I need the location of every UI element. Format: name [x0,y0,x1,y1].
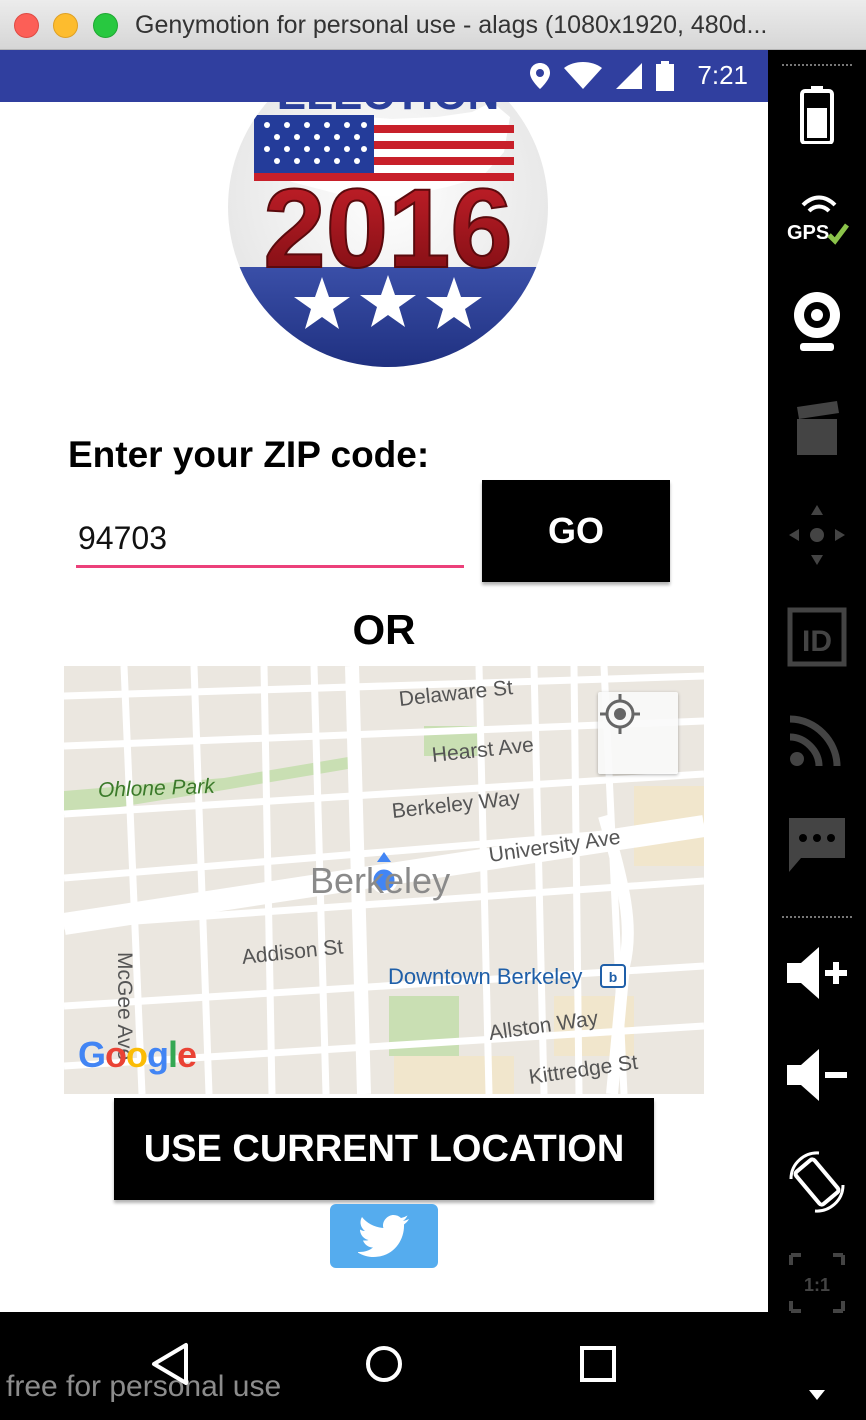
recents-icon[interactable] [578,1342,618,1386]
android-status-bar: 7:21 [0,50,768,102]
battery-widget-button[interactable] [768,80,866,150]
dpad-icon [789,505,845,565]
dpad-widget-button[interactable] [768,500,866,570]
rotate-icon [789,1151,845,1213]
logo-year-text: 2016 [263,166,512,291]
battery-widget-icon [800,86,834,144]
location-icon [530,62,551,89]
or-separator: OR [352,606,416,653]
device-id-widget-button[interactable]: ID [768,602,866,672]
bart-station-icon: b [600,964,626,988]
volume-down-icon [787,1049,847,1101]
minimize-window-button[interactable] [53,13,78,38]
clapperboard-icon [797,401,839,455]
gps-label: GPS [787,222,829,244]
signal-icon [616,62,643,89]
zip-code-label: Enter your ZIP code: [68,434,430,475]
pixel-perfect-button[interactable]: 1:1 [768,1248,866,1318]
window-titlebar: Genymotion for personal use - alags (108… [0,0,866,50]
chevron-down-icon [809,1390,825,1400]
svg-text:ID: ID [802,625,832,658]
location-map[interactable]: Delaware St Hearst Ave Berkeley Way Univ… [64,666,704,1094]
genymotion-side-panel: GPS ID 1:1 [768,50,866,1420]
gps-icon: GPS [787,195,849,245]
app-screen: ELECTION 2016 Enter your ZIP code: GO OR [0,102,768,1312]
screencast-widget-button[interactable] [768,394,866,464]
use-current-location-button[interactable]: USE CURRENT LOCATION [114,1098,654,1200]
my-location-button[interactable] [598,692,678,774]
network-widget-button[interactable] [768,704,866,774]
google-logo: Google [78,1034,197,1075]
message-icon [789,818,845,872]
city-label: Berkeley [310,860,451,901]
home-icon[interactable] [364,1342,404,1386]
sms-widget-button[interactable] [768,810,866,880]
zip-code-input[interactable] [76,512,464,568]
close-window-button[interactable] [14,13,39,38]
zoom-window-button[interactable] [93,13,118,38]
scale-icon: 1:1 [789,1253,845,1313]
park-label: Ohlone Park [97,774,216,802]
panel-divider [782,64,852,68]
twitter-button[interactable] [330,1204,438,1268]
station-label: Downtown Berkeley [388,964,583,989]
wifi-icon [564,61,603,89]
volume-down-button[interactable] [768,1040,866,1110]
camera-widget-button[interactable] [768,282,866,362]
twitter-icon [358,1215,409,1257]
crosshair-icon [600,694,640,734]
volume-up-icon [787,947,847,999]
battery-icon [656,60,675,91]
gps-widget-button[interactable]: GPS [768,190,866,250]
volume-up-button[interactable] [768,938,866,1008]
scale-label: 1:1 [804,1275,830,1295]
rotate-screen-button[interactable] [768,1144,866,1220]
webcam-icon [794,292,840,351]
network-signal-icon [789,715,841,767]
go-button[interactable]: GO [482,480,670,582]
id-icon: ID [787,607,847,667]
watermark-text: free for personal use [6,1370,282,1403]
window-title: Genymotion for personal use - alags (108… [135,11,768,39]
panel-expand-button[interactable] [768,1380,866,1410]
svg-text:b: b [609,969,618,985]
status-time: 7:21 [697,60,748,90]
election-2016-logo: ELECTION 2016 [228,102,548,367]
panel-divider [782,916,852,920]
logo-election-text: ELECTION [277,102,499,119]
